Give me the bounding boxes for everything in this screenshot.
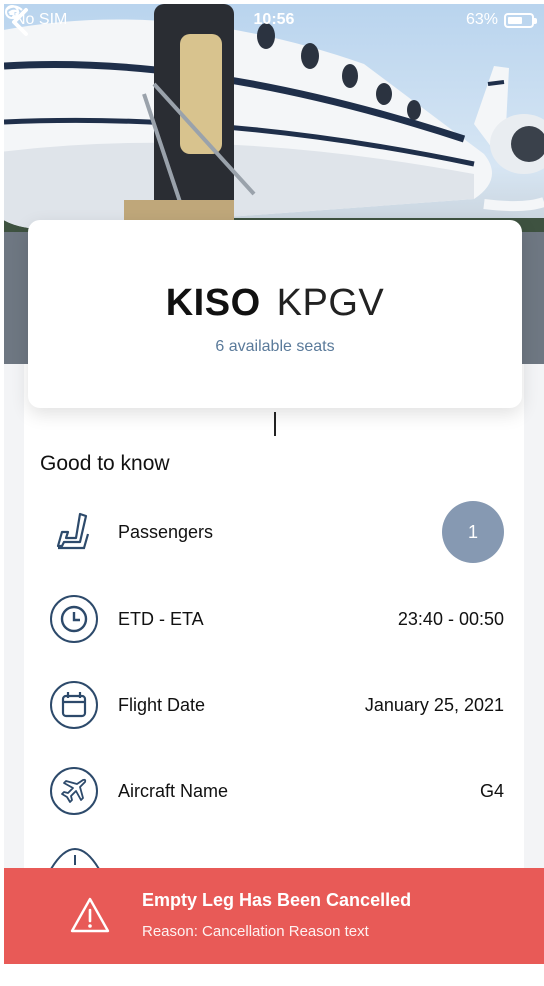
status-bar: No SIM 10:56 63% bbox=[4, 4, 544, 36]
clock-time: 10:56 bbox=[253, 11, 295, 28]
warning-icon bbox=[70, 897, 110, 933]
info-value-etd-eta: 23:40 - 00:50 bbox=[397, 608, 504, 629]
info-row-flight-date: Flight Date January 25, 2021 bbox=[48, 675, 504, 735]
info-label-etd-eta: ETD - ETA bbox=[118, 608, 204, 629]
calendar-icon bbox=[48, 679, 100, 731]
info-label-aircraft-name: Aircraft Name bbox=[118, 780, 229, 801]
info-label-flight-date: Flight Date bbox=[118, 694, 206, 715]
battery-percent: 63% bbox=[465, 11, 498, 28]
battery-level bbox=[508, 16, 522, 24]
seat-icon bbox=[48, 506, 100, 558]
cancellation-alert[interactable]: Empty Leg Has Been Cancelled Reason: Can… bbox=[4, 868, 544, 964]
info-label-passengers: Passengers bbox=[118, 521, 214, 542]
section-title: Good to know bbox=[40, 452, 170, 475]
info-value-flight-date: January 25, 2021 bbox=[364, 694, 504, 715]
info-row-etd-eta: ETD - ETA 23:40 - 00:50 bbox=[48, 589, 504, 649]
airplane-icon bbox=[48, 765, 100, 817]
app-screen: No SIM 10:56 63% KISO KPGV 6 available s… bbox=[4, 4, 544, 964]
chevron-left-icon[interactable] bbox=[4, 4, 40, 40]
clock-icon bbox=[48, 593, 100, 645]
partial-row-icon bbox=[50, 848, 100, 869]
status-right: 63% bbox=[5, 5, 537, 29]
route-codes: KISO KPGV bbox=[28, 282, 522, 325]
route-divider bbox=[274, 412, 276, 436]
alert-title: Empty Leg Has Been Cancelled bbox=[142, 890, 412, 910]
origin-airport-code: KISO bbox=[165, 282, 261, 324]
alert-reason: Reason: Cancellation Reason text bbox=[142, 923, 369, 940]
available-seats-label: 6 available seats bbox=[215, 338, 335, 355]
info-value-aircraft-name: G4 bbox=[479, 780, 504, 801]
battery-icon bbox=[504, 12, 537, 28]
destination-airport-code: KPGV bbox=[276, 282, 385, 324]
route-card: KISO KPGV 6 available seats bbox=[28, 220, 522, 408]
info-row-passengers: Passengers 1 bbox=[48, 501, 504, 563]
passenger-count-badge[interactable]: 1 bbox=[442, 501, 504, 563]
info-row-aircraft-name: Aircraft Name G4 bbox=[48, 761, 504, 821]
